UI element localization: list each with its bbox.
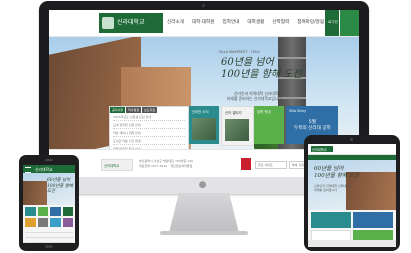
hero-kicker: SILLA UNIVERSITY · 1954~ — [219, 50, 262, 54]
monitor-stand — [169, 193, 239, 233]
tablet-camera — [350, 138, 353, 141]
tile-label: Silla Story — [289, 109, 307, 113]
family-site-select[interactable]: 주요 사이트 — [255, 161, 287, 169]
tablet: 신라대학교 60년을 넘어 100년을 향해 도전 신라인과 지역대학 신라대학… — [304, 135, 400, 251]
mobile-news-list — [25, 229, 73, 243]
gallery-tile[interactable]: 신라 갤러리 — [221, 106, 254, 146]
tile-label: 입학 안내 — [257, 110, 271, 114]
campus-building-image — [23, 181, 47, 205]
news-item[interactable]: 학술 세미나 개최 안내 — [113, 131, 185, 137]
quick-menu-tile[interactable] — [37, 207, 48, 216]
tile-photo — [192, 118, 216, 140]
tablet-screen: 신라대학교 60년을 넘어 100년을 향해 도전 신라인과 지역대학 신라대학… — [308, 144, 396, 247]
quick-menu-tile[interactable] — [62, 207, 73, 216]
hero-slogan: 60년을 넘어 100년을 향해 도전 — [221, 57, 302, 80]
mobile-slogan: 60년을 넘어 100년을 향해 도전 — [47, 178, 73, 194]
list-item[interactable] — [25, 239, 73, 243]
story-tile-text: 5월 두목의 신라대 공학 — [294, 120, 331, 131]
card-tile[interactable] — [353, 212, 393, 228]
mobile-header: 신라대학교 — [23, 165, 75, 173]
list-item[interactable] — [25, 234, 73, 238]
nav-item[interactable]: 대학생활 — [247, 19, 264, 25]
nav-item[interactable]: 참여마당/알림 — [297, 19, 324, 25]
phone-screen: 신라대학교 60년을 넘어 100년을 향해 도전 — [23, 165, 75, 243]
admission-tile[interactable]: 입학 안내 — [254, 106, 284, 144]
university-emblem-icon — [102, 17, 114, 29]
login-label: 로그인 — [328, 20, 338, 24]
tablet-subcopy: 신라인과 지역대학 신라대학교 미래를 준비합니다 — [314, 184, 352, 192]
site-header: 신라대학교 신라소개 대학·대학원 입학안내 대학생활 산학협력 참여마당/알림… — [49, 10, 359, 37]
news-tile[interactable]: 신라인 소식 — [189, 106, 219, 144]
tab-press[interactable]: 보도자료 — [142, 107, 158, 113]
quick-menu-tile[interactable] — [62, 218, 73, 227]
site-logo-text: 신라대학교 — [117, 19, 145, 26]
apple-logo-icon: ● — [198, 180, 207, 190]
quick-menu-tile[interactable] — [37, 218, 48, 227]
tab-schedule[interactable]: 학사일정 — [126, 107, 142, 113]
tablet-logo[interactable]: 신라대학교 — [311, 146, 333, 152]
tile-label: 신라 갤러리 — [225, 111, 242, 115]
tablet-header: 신라대학교 — [308, 144, 396, 155]
tablet-logo-text: 신라대학교 — [312, 148, 327, 152]
monitor-camera — [202, 4, 205, 7]
quick-menu-tile[interactable] — [50, 218, 61, 227]
sitemap-button[interactable] — [340, 10, 359, 36]
quick-menu-tile[interactable] — [25, 218, 36, 227]
nav-item[interactable]: 신라소개 — [167, 19, 184, 25]
footer-address: 부산광역시 사상구 백양대로 700번길 140 대표전화 1577-6110 … — [139, 159, 193, 168]
card-tile[interactable] — [311, 212, 351, 228]
certification-badge-icon — [241, 158, 251, 170]
news-item[interactable]: 교내 장학금 신청 안내 — [113, 123, 185, 129]
nav-item[interactable]: 입학안내 — [223, 19, 240, 25]
main-nav: 신라소개 대학·대학원 입학안내 대학생활 산학협력 참여마당/알림 — [167, 19, 324, 25]
quick-menu-tile[interactable] — [50, 207, 61, 216]
phone-home-button — [45, 245, 53, 248]
footer-logo: 신라대학교 — [101, 159, 133, 171]
tile-label: 신라인 소식 — [192, 110, 209, 114]
tab-notice[interactable]: 공지사항 — [110, 107, 126, 113]
mobile-hero: 60년을 넘어 100년을 향해 도전 — [23, 173, 75, 205]
tile-photo — [225, 119, 249, 141]
tower-rung — [278, 97, 306, 99]
phone-speaker — [45, 159, 53, 161]
monitor-stand-base — [160, 231, 248, 235]
quick-menu-tile[interactable] — [25, 207, 36, 216]
login-button[interactable]: 로그인 — [325, 10, 339, 36]
news-tabs: 공지사항 학사일정 보도자료 — [110, 107, 188, 113]
footer-logo-text: 신라대학교 — [104, 164, 120, 168]
tablet-footer — [308, 240, 396, 247]
tablet-hero: 60년을 넘어 100년을 향해 도전 신라인과 지역대학 신라대학교 미래를 … — [308, 160, 396, 210]
list-item[interactable] — [25, 229, 73, 233]
mobile-quick-menu — [25, 207, 73, 227]
tablet-slogan: 60년을 넘어 100년을 향해 도전 — [314, 166, 360, 179]
nav-item[interactable]: 대학·대학원 — [192, 19, 215, 25]
news-item[interactable]: 2015학년도 신입생 모집 안내 — [113, 115, 185, 121]
nav-item[interactable]: 산학협력 — [272, 19, 289, 25]
smartphone: 신라대학교 60년을 넘어 100년을 향해 도전 — [19, 155, 79, 251]
news-item[interactable]: 도서관 이용 시간 변경 — [113, 139, 185, 145]
hero-subcopy: 신라인과 지역대학 신라대학교 미래를 준비하는 신라대학교입니다 — [227, 91, 282, 101]
